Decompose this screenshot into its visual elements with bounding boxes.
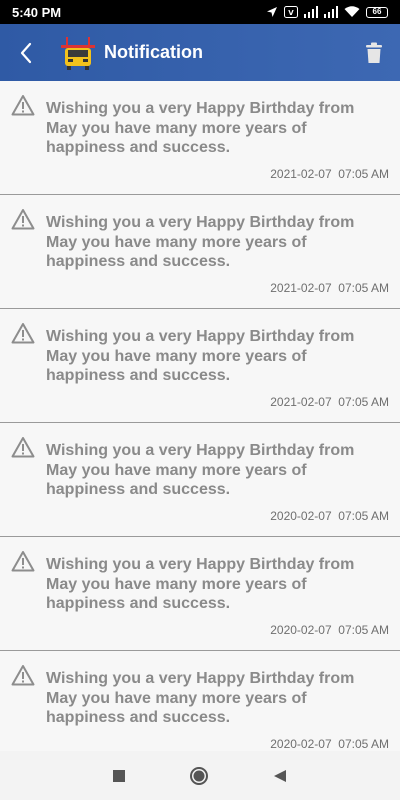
battery-indicator: 66: [366, 6, 388, 18]
signal-2-icon: [324, 6, 338, 18]
notification-date: 2020-02-07: [270, 509, 332, 523]
notification-date: 2021-02-07: [270, 167, 332, 181]
location-icon: [267, 7, 277, 17]
signal-1-icon: [304, 6, 318, 18]
warning-icon: [11, 665, 35, 686]
back-arrow-icon: [20, 42, 32, 63]
back-triangle-icon[interactable]: [273, 769, 287, 783]
warning-icon: [11, 209, 35, 230]
page-title: Notification: [104, 42, 203, 62]
trash-icon: [366, 42, 382, 63]
status-bar: 5:40 PM V 66: [0, 0, 400, 24]
notification-timestamp: 2021-02-07 07:05 AM: [270, 395, 389, 409]
notification-date: 2021-02-07: [270, 281, 332, 295]
notification-message: Wishing you a very Happy Birthday from M…: [46, 328, 355, 384]
notification-time: 07:05 AM: [338, 509, 389, 523]
bus-logo-icon: [61, 36, 95, 70]
notification-message: Wishing you a very Happy Birthday from M…: [46, 670, 355, 726]
notification-timestamp: 2021-02-07 07:05 AM: [270, 281, 389, 295]
home-circle-icon[interactable]: [189, 766, 209, 786]
volte-icon: V: [284, 6, 298, 18]
notification-time: 07:05 AM: [338, 167, 389, 181]
warning-icon: [11, 437, 35, 458]
notification-item[interactable]: Wishing you a very Happy Birthday from M…: [0, 309, 400, 423]
notification-time: 07:05 AM: [338, 281, 389, 295]
warning-icon: [11, 95, 35, 116]
notification-time: 07:05 AM: [338, 623, 389, 637]
svg-text:V: V: [288, 9, 294, 17]
wifi-icon: [344, 6, 360, 17]
app-bar: Notification: [0, 24, 400, 81]
status-icons: V 66: [266, 6, 388, 18]
delete-all-button[interactable]: [360, 39, 388, 67]
notification-message: Wishing you a very Happy Birthday from M…: [46, 100, 355, 156]
system-nav-bar: [0, 751, 400, 800]
notification-date: 2020-02-07: [270, 623, 332, 637]
notification-item[interactable]: Wishing you a very Happy Birthday from M…: [0, 81, 400, 195]
back-button[interactable]: [12, 39, 40, 67]
warning-icon: [11, 551, 35, 572]
notification-message: Wishing you a very Happy Birthday from M…: [46, 214, 355, 270]
notification-time: 07:05 AM: [338, 737, 389, 751]
notification-item[interactable]: Wishing you a very Happy Birthday from M…: [0, 423, 400, 537]
notification-message: Wishing you a very Happy Birthday from M…: [46, 556, 355, 612]
notification-item[interactable]: Wishing you a very Happy Birthday from M…: [0, 195, 400, 309]
notification-timestamp: 2020-02-07 07:05 AM: [270, 509, 389, 523]
recents-square-icon[interactable]: [113, 769, 125, 782]
warning-icon: [11, 323, 35, 344]
notification-date: 2020-02-07: [270, 737, 332, 751]
notification-list: Wishing you a very Happy Birthday from M…: [0, 81, 400, 765]
status-time: 5:40 PM: [12, 4, 62, 20]
notification-timestamp: 2020-02-07 07:05 AM: [270, 737, 389, 751]
notification-item[interactable]: Wishing you a very Happy Birthday from M…: [0, 537, 400, 651]
notification-timestamp: 2021-02-07 07:05 AM: [270, 167, 389, 181]
notification-timestamp: 2020-02-07 07:05 AM: [270, 623, 389, 637]
notification-time: 07:05 AM: [338, 395, 389, 409]
notification-item[interactable]: Wishing you a very Happy Birthday from M…: [0, 651, 400, 765]
notification-message: Wishing you a very Happy Birthday from M…: [46, 442, 355, 498]
notification-date: 2021-02-07: [270, 395, 332, 409]
